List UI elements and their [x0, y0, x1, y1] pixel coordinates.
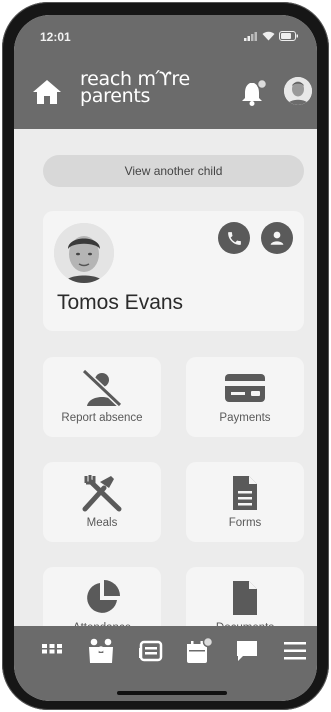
documents-icon	[233, 581, 257, 615]
child-name: Tomos Evans	[57, 291, 184, 314]
person-icon	[270, 231, 284, 245]
status-bar: 12:01	[14, 15, 317, 55]
home-indicator	[117, 691, 227, 695]
attendance-icon	[87, 580, 120, 613]
bottom-navigation	[14, 626, 317, 701]
tile-meals[interactable]: Meals	[43, 462, 161, 542]
app-header: 12:01 reach mϓre parents	[14, 15, 317, 129]
phone-frame: 12:01 reach mϓre parents View another ch…	[2, 2, 329, 710]
wifi-icon	[262, 31, 275, 41]
chat-icon	[237, 641, 257, 661]
tile-payments[interactable]: Payments	[186, 357, 304, 437]
status-icons	[244, 31, 299, 41]
app-screen: 12:01 reach mϓre parents View another ch…	[14, 15, 317, 701]
top-bar: reach mϓre parents	[14, 67, 317, 119]
status-time: 12:01	[40, 30, 71, 44]
nav-dashboard[interactable]	[37, 636, 67, 666]
tile-label: Meals	[86, 517, 118, 529]
tile-label: Payments	[219, 412, 271, 424]
user-avatar[interactable]	[284, 77, 312, 105]
tile-label: Forms	[228, 517, 262, 529]
phone-icon	[227, 231, 241, 245]
tile-report-absence[interactable]: Report absence	[43, 357, 161, 437]
menu-icon	[284, 642, 306, 660]
family-icon	[89, 638, 113, 663]
profile-button[interactable]	[261, 222, 293, 254]
meals-icon	[82, 475, 122, 512]
forms-icon	[233, 476, 257, 510]
nav-children[interactable]	[86, 636, 116, 666]
tile-forms[interactable]: Forms	[186, 462, 304, 542]
app-logo: reach mϓre parents	[80, 70, 190, 107]
report-absence-icon	[81, 369, 123, 407]
nav-messages[interactable]	[232, 636, 262, 666]
battery-icon	[279, 31, 298, 41]
calendar-icon	[187, 637, 213, 663]
news-icon	[139, 640, 163, 662]
user-avatar-image	[284, 77, 312, 105]
view-another-child-button[interactable]: View another child	[43, 155, 304, 187]
tile-label: Report absence	[61, 412, 143, 424]
home-icon[interactable]	[32, 79, 62, 105]
nav-calendar[interactable]	[184, 636, 214, 666]
child-card[interactable]: Tomos Evans	[43, 211, 304, 331]
nav-news[interactable]	[136, 636, 166, 666]
notification-bell-icon[interactable]	[239, 79, 269, 107]
child-photo	[54, 223, 114, 283]
logo-line-2: parents	[80, 85, 151, 107]
nav-menu[interactable]	[280, 636, 310, 666]
grid-icon	[42, 644, 62, 654]
child-portrait-image	[54, 223, 114, 283]
call-button[interactable]	[218, 222, 250, 254]
payments-icon	[225, 374, 265, 402]
signal-icon	[244, 32, 257, 41]
